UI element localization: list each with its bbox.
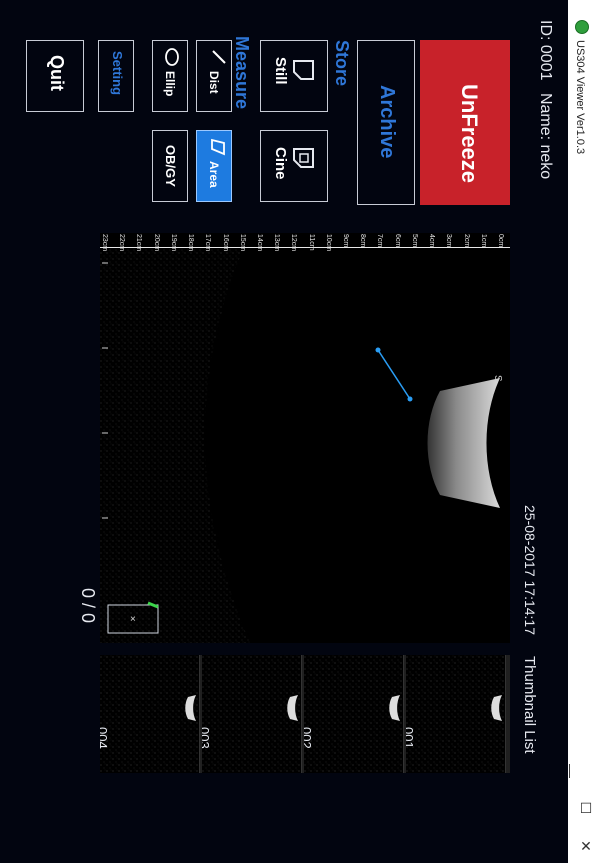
ultrasound-image-view[interactable]: S × 0cm 1cm 2cm 3cm 4cm 5cm 6cm 7cm 8cm 9cm 10cm 11… [100,233,510,643]
depth-tick-label: 20cm [152,234,160,252]
depth-tick-label: 21cm [135,234,143,252]
thumbnail-label: 002 [304,727,314,749]
orientation-center-icon: × [130,614,136,625]
close-button[interactable]: ✕ [574,834,598,858]
depth-tick-label: 2cm [462,234,470,248]
setting-button[interactable]: Setting [98,40,134,112]
minimize-button[interactable]: — [563,760,598,784]
depth-tick-label: 11cm [307,234,315,251]
scan-timestamp: 25-08-2017 17:14:17 [522,505,538,635]
thumbnail-item[interactable]: 004 [100,655,200,773]
depth-tick-label: 1cm [479,234,487,248]
depth-tick-label: 12cm [290,234,298,252]
depth-tick-label: 0cm [497,234,504,248]
thumbnail-label: 004 [100,727,110,749]
thumbnail-item[interactable]: 001 [406,655,506,773]
depth-scale: 0cm 1cm 2cm 3cm 4cm 5cm 6cm 7cm 8cm 9cm 10cm 11cm 12… [100,233,510,252]
depth-tick-label: 7cm [376,234,384,248]
cine-film-icon [293,148,314,168]
window-title: US304 Viewer Ver1.0.3 [574,40,586,155]
ultrasound-scan: S × [100,233,510,643]
depth-tick-label: 5cm [410,234,418,248]
depth-tick-label: 18cm [187,234,195,252]
depth-tick-label: 8cm [359,234,367,248]
depth-tick-label: 10cm [324,234,332,252]
depth-tick-label: 9cm [342,234,350,248]
unfreeze-button[interactable]: UnFreeze [420,40,510,205]
thumbnail-list: 001 002 003 004 [100,655,510,773]
depth-tick-label: 16cm [221,234,229,252]
line-measure-icon [212,50,226,64]
still-image-icon [293,60,314,80]
depth-tick-label: 22cm [118,234,126,252]
patient-info: ID: 0001 Name: neko [536,20,554,179]
ellip-button[interactable]: Ellip [152,40,188,112]
measure-heading: Measure [232,36,252,110]
thumbnail-item[interactable]: 002 [304,655,404,773]
store-heading: Store [332,40,352,87]
depth-tick-label: 15cm [238,234,246,252]
measure-point-start[interactable] [375,347,381,353]
frame-counter: 0 / 0 [78,588,98,624]
thumbnail-label: 001 [406,727,416,749]
patient-id: ID: 0001 [537,20,554,81]
depth-tick-label: 19cm [169,234,177,252]
depth-tick-label: 3cm [445,234,453,248]
polygon-area-icon [211,138,225,156]
maximize-button[interactable]: ☐ [574,796,598,820]
measure-point-end[interactable] [407,396,413,402]
thumbnail-list-heading: Thumbnail List [521,656,538,754]
archive-button[interactable]: Archive [357,40,415,205]
depth-tick-label: 6cm [393,234,401,248]
thumbnail-item[interactable]: 003 [202,655,302,773]
thumbnail-label: 003 [202,727,212,749]
probe-marker: S [492,375,503,382]
app-window: US304 Viewer Ver1.0.3 — ☐ ✕ ID: 0001 Nam… [0,0,606,863]
area-button[interactable]: Area [196,130,232,202]
depth-tick-label: 4cm [428,234,436,248]
main-panel: ID: 0001 Name: neko UnFreeze Archive Sto… [0,0,568,863]
ellipse-icon [165,48,179,66]
depth-tick-label: 13cm [273,234,281,252]
patient-name: Name: neko [537,92,554,180]
still-button[interactable]: Still [260,40,328,112]
dist-button[interactable]: Dist [196,40,232,112]
depth-tick-label: 23cm [101,234,108,252]
obgy-button[interactable]: OB/GY [152,130,188,202]
depth-tick-label: 14cm [255,234,263,252]
quit-button[interactable]: Quit [26,40,84,112]
cine-button[interactable]: Cine [260,130,328,202]
depth-tick-label: 17cm [204,234,212,252]
